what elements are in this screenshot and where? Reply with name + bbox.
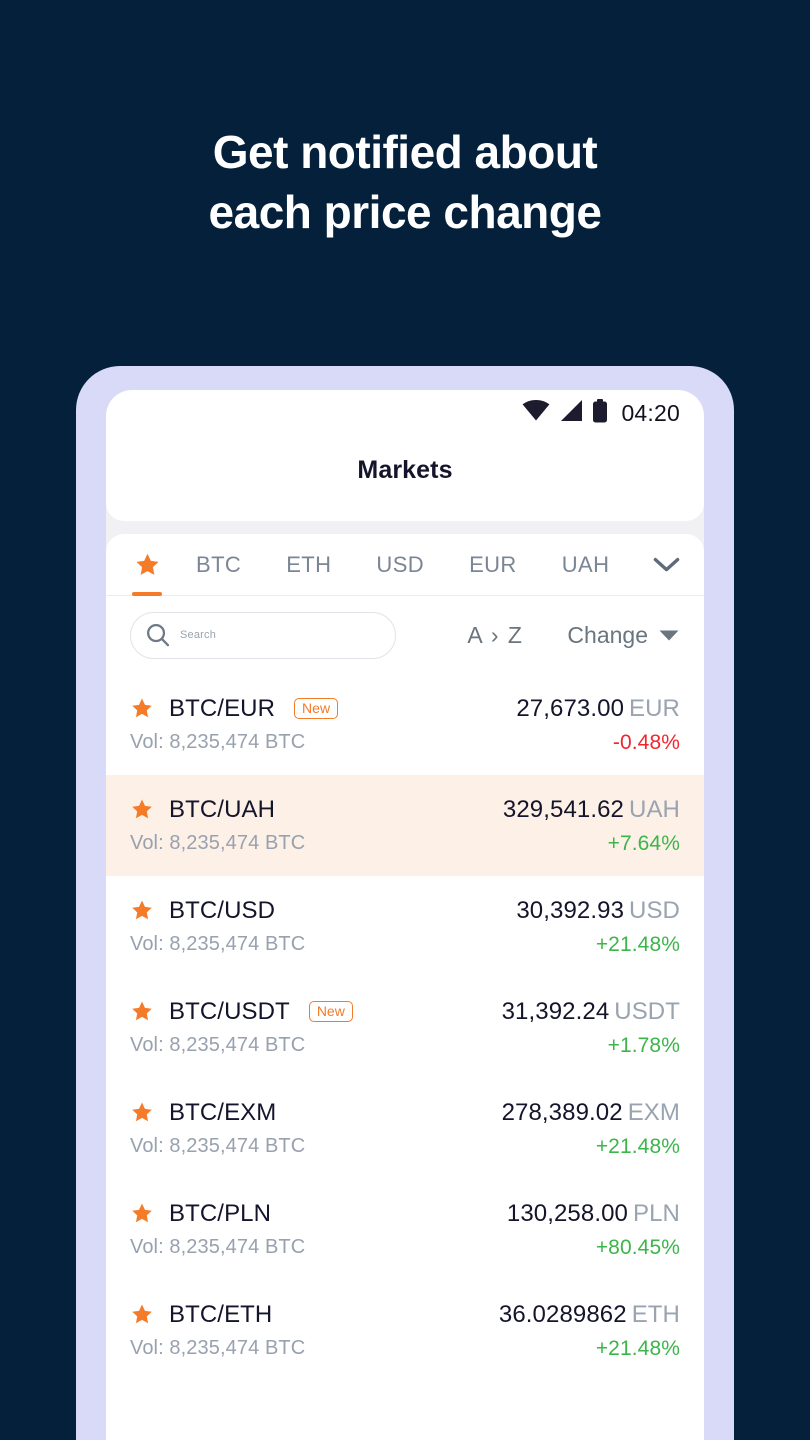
sort-change-button[interactable]: Change [567, 622, 680, 649]
currency-tab-bar: BTC ETH USD EUR UAH [106, 534, 704, 596]
wifi-icon [522, 400, 550, 426]
battery-icon [592, 398, 608, 428]
star-icon[interactable] [130, 1101, 154, 1124]
tab-uah[interactable]: UAH [556, 534, 616, 596]
price-currency: EUR [629, 694, 680, 722]
price-currency: USD [629, 896, 680, 924]
price-value: 27,673.00 EUR [516, 695, 680, 723]
status-bar: 04:20 [106, 390, 704, 436]
price-number: 36.0289862 [498, 1300, 627, 1328]
tab-usd[interactable]: USD [370, 534, 430, 596]
star-icon[interactable] [130, 1000, 154, 1023]
promo-headline: Get notified about each price change [0, 122, 810, 242]
sort-change-label: Change [567, 621, 648, 648]
promo-headline-line-1: Get notified about [212, 126, 598, 178]
content-card: BTC ETH USD EUR UAH Search A › Z Change … [106, 534, 704, 1440]
price-number: 329,541.62 [502, 795, 625, 823]
price-value: 36.0289862 ETH [499, 1301, 680, 1329]
table-row[interactable]: BTC/UAH 329,541.62 UAH Vol: 8,235,474 BTC… [106, 775, 704, 876]
star-icon[interactable] [130, 1202, 154, 1225]
change-percent: +80.45% [595, 1235, 680, 1259]
pair-name: BTC/USDT [169, 997, 290, 1025]
star-icon[interactable] [130, 798, 154, 821]
search-icon [147, 624, 170, 647]
volume-value: Vol: 8,235,474 BTC [130, 1034, 306, 1056]
price-number: 30,392.93 [516, 896, 625, 924]
price-number: 27,673.00 [516, 694, 625, 722]
table-row[interactable]: BTC/EXM 278,389.02 EXM Vol: 8,235,474 BTC… [106, 1078, 704, 1179]
table-row[interactable]: BTC/USDT New 31,392.24 USDT Vol: 8,235,47… [106, 977, 704, 1078]
change-percent: +1.78% [607, 1033, 680, 1057]
status-badge: New [294, 698, 339, 719]
table-row[interactable]: BTC/USD 30,392.93 USD Vol: 8,235,474 BTC … [106, 876, 704, 977]
volume-value: Vol: 8,235,474 BTC [130, 1337, 306, 1359]
change-percent: +21.48% [595, 1336, 680, 1360]
search-placeholder: Search [180, 629, 217, 641]
star-icon[interactable] [130, 1303, 154, 1326]
header-card: 04:20 Markets [106, 390, 704, 521]
caret-down-icon [659, 630, 679, 640]
tab-eth[interactable]: ETH [280, 534, 337, 596]
price-number: 278,389.02 [501, 1098, 623, 1126]
phone-frame: 04:20 Markets BTC ETH USD EUR UAH Search… [76, 366, 734, 1440]
pair-name: BTC/UAH [169, 795, 276, 823]
pair-name: BTC/EXM [169, 1098, 277, 1126]
change-percent: +21.48% [595, 1134, 680, 1158]
change-percent: -0.48% [612, 730, 680, 754]
star-icon [135, 553, 159, 575]
price-value: 30,392.93 USD [516, 897, 680, 925]
phone-screen: 04:20 Markets BTC ETH USD EUR UAH Search… [106, 390, 704, 1440]
tab-btc[interactable]: BTC [190, 534, 247, 596]
price-value: 31,392.24 USDT [502, 998, 680, 1026]
volume-value: Vol: 8,235,474 BTC [130, 1135, 306, 1157]
volume-value: Vol: 8,235,474 BTC [130, 731, 306, 753]
price-number: 31,392.24 [501, 997, 610, 1025]
tab-eur[interactable]: EUR [463, 534, 523, 596]
signal-icon [559, 400, 583, 426]
pair-name: BTC/PLN [169, 1199, 272, 1227]
sort-alphabetical-button[interactable]: A › Z [467, 622, 523, 649]
volume-value: Vol: 8,235,474 BTC [130, 933, 306, 955]
price-currency: EXM [627, 1098, 680, 1126]
search-input[interactable]: Search [130, 611, 397, 659]
pair-name: BTC/USD [169, 896, 276, 924]
tab-expand-button[interactable] [653, 557, 682, 573]
star-icon[interactable] [130, 899, 154, 922]
change-percent: +21.48% [595, 932, 680, 956]
tab-favorites[interactable] [130, 534, 164, 596]
market-list: BTC/EUR New 27,673.00 EUR Vol: 8,235,474 … [106, 674, 704, 1381]
table-row[interactable]: BTC/PLN 130,258.00 PLN Vol: 8,235,474 BTC… [106, 1179, 704, 1280]
price-value: 278,389.02 EXM [502, 1099, 680, 1127]
promo-headline-line-2: each price change [208, 186, 602, 238]
pair-name: BTC/EUR [169, 694, 276, 722]
price-number: 130,258.00 [506, 1199, 628, 1227]
change-percent: +7.64% [607, 831, 680, 855]
status-badge: New [308, 1001, 353, 1022]
price-value: 329,541.62 UAH [503, 796, 680, 824]
status-bar-time: 04:20 [621, 399, 680, 426]
volume-value: Vol: 8,235,474 BTC [130, 832, 306, 854]
pair-name: BTC/ETH [169, 1300, 273, 1328]
chevron-down-icon [653, 557, 680, 571]
price-currency: UAH [629, 795, 680, 823]
table-row[interactable]: BTC/ETH 36.0289862 ETH Vol: 8,235,474 BTC… [106, 1280, 704, 1381]
table-row[interactable]: BTC/EUR New 27,673.00 EUR Vol: 8,235,474 … [106, 674, 704, 775]
star-icon[interactable] [130, 697, 154, 720]
volume-value: Vol: 8,235,474 BTC [130, 1236, 306, 1258]
filter-row: Search A › Z Change [106, 596, 704, 674]
price-currency: ETH [631, 1300, 680, 1328]
price-currency: PLN [633, 1199, 680, 1227]
price-currency: USDT [614, 997, 680, 1025]
page-title: Markets [357, 456, 453, 484]
price-value: 130,258.00 PLN [507, 1200, 680, 1228]
